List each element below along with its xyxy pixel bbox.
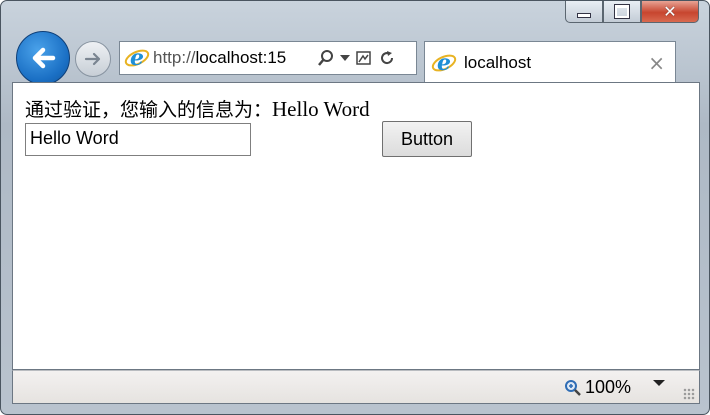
close-icon: ✕ [663,2,677,21]
tab-localhost[interactable]: e localhost × [424,41,676,83]
forward-arrow-icon [84,52,101,66]
forward-button[interactable] [75,41,111,77]
window-controls: ✕ [565,1,699,27]
minimize-icon [577,13,591,18]
back-button[interactable] [16,31,70,85]
svg-text:e: e [130,45,144,71]
status-bar: 100% [12,370,700,404]
resize-grip[interactable] [683,388,695,400]
zoom-level: 100% [584,377,631,397]
submit-button[interactable]: Button [382,121,472,157]
minimize-button[interactable] [565,1,603,23]
chevron-down-icon[interactable] [340,54,350,62]
message-value: Hello Word [272,97,370,121]
message-text: 通过验证，您输入的信息为： [25,99,273,121]
close-window-button[interactable]: ✕ [641,1,699,23]
chevron-down-icon[interactable] [653,379,665,387]
zoom-icon [564,379,581,396]
refresh-icon[interactable] [378,49,396,67]
browser-window: ✕ e http://localhost:15 e localhost × 通过… [0,0,710,415]
address-bar[interactable]: e http://localhost:15 [119,41,417,75]
compatibility-view-icon[interactable] [355,49,373,67]
back-arrow-icon [32,47,56,69]
svg-text:e: e [437,50,451,76]
tab-close-icon[interactable]: × [648,51,665,75]
search-icon[interactable] [317,49,335,67]
address-tools [317,49,396,67]
text-input[interactable]: Hello Word [25,123,251,156]
maximize-icon [614,4,630,19]
maximize-button[interactable] [603,1,641,23]
tab-title: localhost [464,52,532,72]
url-text[interactable]: http://localhost:15 [153,48,313,68]
ie-logo-icon: e [431,50,457,76]
page-content: 通过验证，您输入的信息为：Hello Word Hello Word Butto… [12,82,700,370]
validation-message: 通过验证，您输入的信息为：Hello Word [25,95,370,122]
zoom-control[interactable]: 100% [564,377,631,398]
ie-logo-icon: e [124,45,150,71]
